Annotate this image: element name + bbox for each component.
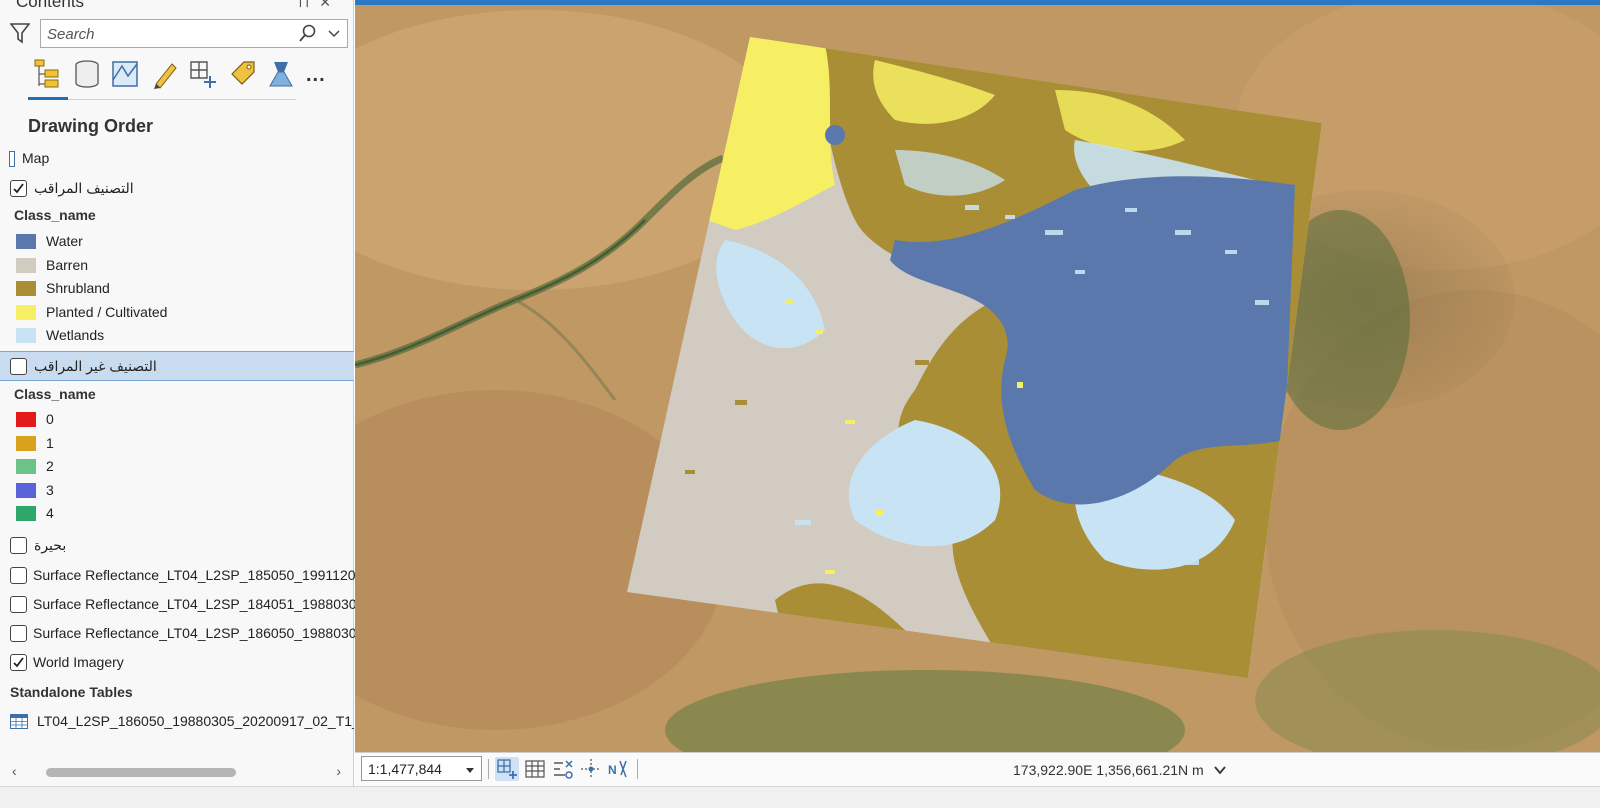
- grid-icon[interactable]: [523, 757, 547, 781]
- layer-checkbox[interactable]: [10, 596, 27, 613]
- legend-header: Class_name: [14, 207, 96, 223]
- section-title-drawing-order: Drawing Order: [28, 116, 154, 136]
- layer-name: World Imagery: [33, 654, 124, 670]
- layer-unsupervised[interactable]: التصنيف غير المراقب: [0, 351, 354, 381]
- north-arrow-icon[interactable]: N: [607, 757, 631, 781]
- separator: [488, 759, 489, 779]
- list-by-drawing-order-icon[interactable]: [32, 58, 62, 90]
- layer-name: التصنيف غير المراقب: [34, 358, 157, 374]
- layer-checkbox[interactable]: [10, 358, 27, 375]
- contents-toolbar: ...: [28, 56, 328, 102]
- contents-pane: Contents ⊓✕ Search ... Drawing Order Map…: [0, 0, 357, 808]
- legend-swatch-class-0: [16, 412, 36, 427]
- list-by-editing-icon[interactable]: [150, 58, 180, 90]
- legend-swatch-class-3: [16, 483, 36, 498]
- chevron-down-icon[interactable]: [465, 765, 475, 775]
- layer-checkbox[interactable]: [10, 180, 27, 197]
- map-label: Map: [22, 150, 50, 166]
- table-name: LT04_L2SP_186050_19880305_20200917_02_T1…: [37, 713, 354, 729]
- window-bottom-border: [0, 786, 1600, 808]
- list-by-snapping-icon[interactable]: [188, 58, 218, 90]
- layer-lake[interactable]: بحيرة: [0, 531, 354, 559]
- snapping-icon[interactable]: [551, 757, 575, 781]
- layer-checkbox[interactable]: [10, 567, 27, 584]
- map-canvas[interactable]: [355, 0, 1600, 752]
- chevron-down-icon[interactable]: [1213, 763, 1227, 777]
- layer-checkbox[interactable]: [10, 537, 27, 554]
- close-icon[interactable]: ✕: [319, 0, 341, 10]
- legend-label: 3: [46, 482, 54, 498]
- pin-icon[interactable]: ⊓: [298, 0, 319, 10]
- layer-checkbox[interactable]: [10, 654, 27, 671]
- layer-supervised[interactable]: التصنيف المراقب: [0, 174, 354, 202]
- legend-swatch-wetlands: [16, 328, 36, 343]
- legend-swatch-class-2: [16, 459, 36, 474]
- legend-label: Planted / Cultivated: [46, 304, 168, 320]
- legend-label: Barren: [46, 257, 89, 273]
- svg-text:N: N: [608, 763, 617, 777]
- search-icon[interactable]: [299, 24, 317, 44]
- legend-swatch-shrubland: [16, 281, 36, 296]
- fixed-zoom-icon[interactable]: [495, 757, 519, 781]
- layer-name: Surface Reflectance_LT04_L2SP_184051_198…: [33, 596, 357, 612]
- separator: [637, 759, 638, 779]
- layer-checkbox[interactable]: [10, 625, 27, 642]
- layer-surface-reflectance-1[interactable]: Surface Reflectance_LT04_L2SP_185050_199…: [0, 561, 356, 589]
- layer-name: التصنيف المراقب: [34, 180, 134, 196]
- legend-swatch-class-4: [16, 506, 36, 521]
- list-by-labeling-icon[interactable]: [228, 58, 258, 90]
- map-view-tab-indicator: [355, 0, 1600, 5]
- chevron-down-icon[interactable]: [327, 26, 341, 42]
- search-input[interactable]: [47, 24, 287, 44]
- constraints-icon[interactable]: [579, 757, 603, 781]
- legend-swatch-class-1: [16, 436, 36, 451]
- legend-label: Shrubland: [46, 280, 110, 296]
- legend-label: 4: [46, 505, 54, 521]
- standalone-table-item[interactable]: LT04_L2SP_186050_19880305_20200917_02_T1…: [0, 707, 354, 735]
- legend-swatch-planted: [16, 305, 36, 320]
- layer-world-imagery[interactable]: World Imagery: [0, 648, 354, 676]
- scale-selector[interactable]: 1:1,477,844: [361, 756, 482, 781]
- more-options-icon[interactable]: ...: [306, 64, 326, 87]
- scroll-right-icon[interactable]: ›: [336, 763, 341, 779]
- list-by-selection-icon[interactable]: [110, 58, 140, 90]
- toolbar-divider: [28, 99, 296, 100]
- layer-name: بحيرة: [34, 537, 67, 553]
- layer-name: Surface Reflectance_LT04_L2SP_185050_199…: [33, 567, 356, 583]
- list-by-source-icon[interactable]: [72, 58, 102, 90]
- active-tab-indicator: [28, 97, 68, 100]
- map-view[interactable]: [355, 0, 1600, 752]
- scroll-left-icon[interactable]: ‹: [12, 763, 17, 779]
- legend-header: Class_name: [14, 386, 96, 402]
- search-box: [40, 19, 348, 48]
- legend-swatch-water: [16, 234, 36, 249]
- legend-label: 1: [46, 435, 54, 451]
- pane-title: Contents: [16, 0, 85, 11]
- scrollbar-thumb[interactable]: [46, 768, 236, 777]
- legend-swatch-barren: [16, 258, 36, 273]
- standalone-tables-header: Standalone Tables: [10, 684, 133, 700]
- layer-surface-reflectance-3[interactable]: Surface Reflectance_LT04_L2SP_186050_198…: [0, 619, 357, 647]
- legend-label: Wetlands: [46, 327, 105, 343]
- map-frame-icon: [9, 151, 15, 167]
- scale-value: 1:1,477,844: [368, 761, 442, 777]
- layer-name: Surface Reflectance_LT04_L2SP_186050_198…: [33, 625, 357, 641]
- filter-icon[interactable]: [10, 22, 30, 44]
- legend-label: 2: [46, 458, 54, 474]
- legend-label: 0: [46, 411, 54, 427]
- map-node[interactable]: Map: [0, 144, 354, 172]
- horizontal-scrollbar[interactable]: ‹ ›: [0, 760, 353, 786]
- table-icon: [10, 714, 28, 729]
- pane-controls: ⊓✕: [298, 0, 341, 11]
- list-by-perspective-imagery-icon[interactable]: [266, 58, 296, 90]
- layer-surface-reflectance-2[interactable]: Surface Reflectance_LT04_L2SP_184051_198…: [0, 590, 357, 618]
- legend-label: Water: [46, 233, 83, 249]
- coordinate-readout: 173,922.90E 1,356,661.21N m: [1013, 762, 1204, 778]
